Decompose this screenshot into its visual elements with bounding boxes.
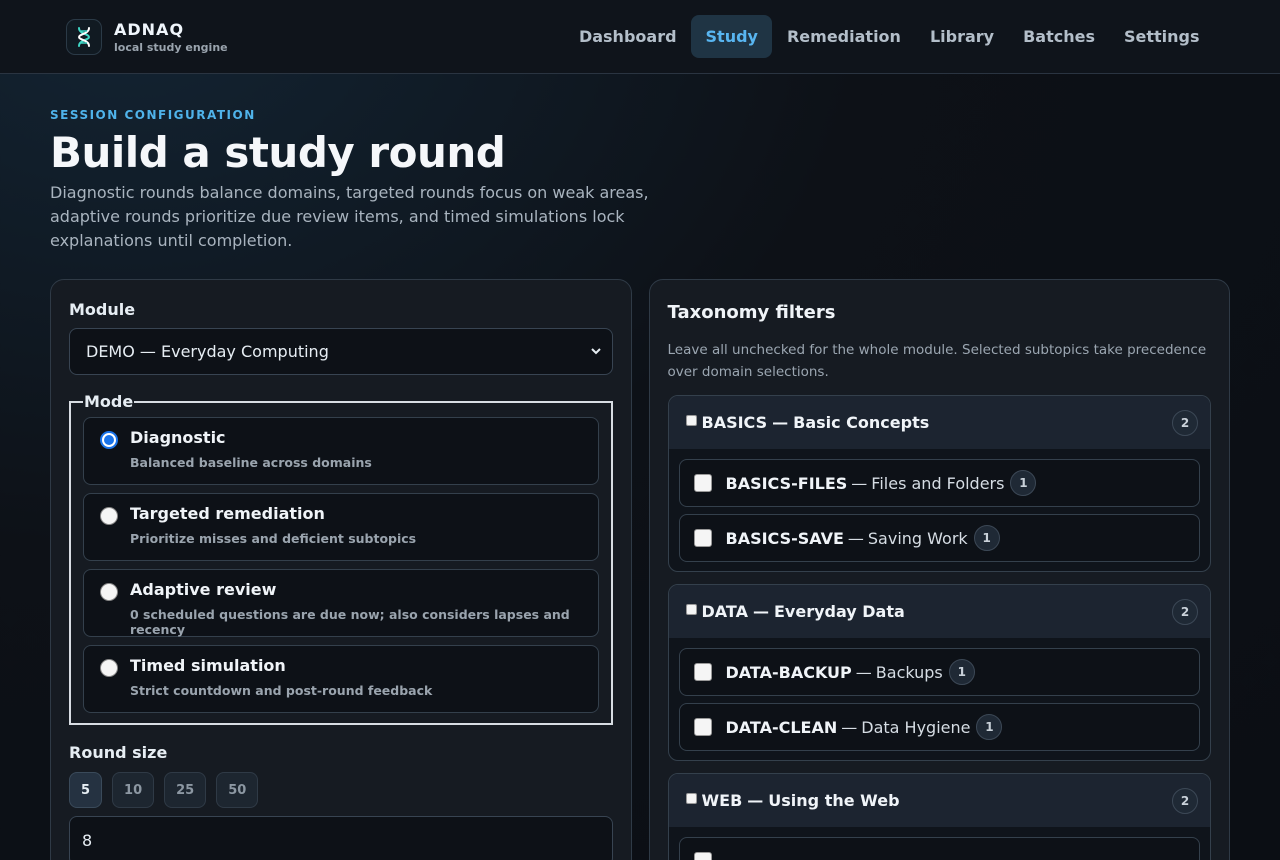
domain-name: Using the Web <box>768 791 900 810</box>
subtopic-row[interactable] <box>678 837 1200 860</box>
page-description: Diagnostic rounds balance domains, targe… <box>50 183 649 250</box>
mode-subtitle: 0 scheduled questions are due now; also … <box>130 607 570 637</box>
content-columns: Module DEMO — Everyday Computing Mode Di… <box>0 253 1280 860</box>
nav-library[interactable]: Library <box>915 15 1008 58</box>
round-size-presets: 5 10 25 50 <box>69 772 613 808</box>
subtopic-separator: — <box>847 528 864 548</box>
subtopic-name: Files and Folders <box>871 473 1005 493</box>
domain-group-data: DATA — Everyday Data 2 DATA-BACKUP — Bac… <box>667 584 1211 761</box>
subtopic-checkbox[interactable] <box>693 852 712 860</box>
subtopic-count-badge: 1 <box>948 659 975 685</box>
nav-remediation[interactable]: Remediation <box>772 15 915 58</box>
round-size-5-button[interactable]: 5 <box>69 772 103 808</box>
domain-code: WEB <box>701 791 743 810</box>
domain-separator: — <box>772 413 789 432</box>
round-size-50-button[interactable]: 50 <box>216 772 259 808</box>
subtopic-checkbox[interactable] <box>693 474 712 492</box>
subtopic-checkbox[interactable] <box>693 529 712 547</box>
domain-checkbox[interactable] <box>685 415 697 426</box>
mode-option-diagnostic[interactable]: Diagnostic Balanced baseline across doma… <box>83 417 599 485</box>
subtopic-checkbox[interactable] <box>693 718 712 736</box>
taxonomy-description: Leave all unchecked for the whole module… <box>667 342 1207 380</box>
domain-count-badge: 2 <box>1172 787 1198 814</box>
domain-header[interactable]: BASICS — Basic Concepts 2 <box>668 396 1210 449</box>
brand[interactable]: ADNAQ local study engine <box>66 18 228 55</box>
mode-title: Timed simulation <box>130 656 286 675</box>
module-label: Module <box>69 300 136 319</box>
round-size-25-button[interactable]: 25 <box>164 772 207 808</box>
mode-option-timed[interactable]: Timed simulation Strict countdown and po… <box>83 645 599 713</box>
domain-code: DATA <box>701 602 748 621</box>
main-nav: Dashboard Study Remediation Library Batc… <box>564 15 1214 58</box>
domain-code: BASICS <box>701 413 768 432</box>
domain-count-badge: 2 <box>1172 598 1198 625</box>
domain-group-web: WEB — Using the Web 2 <box>667 773 1211 860</box>
domain-checkbox[interactable] <box>685 604 697 615</box>
subtopic-code: BASICS-FILES <box>725 473 848 493</box>
brand-subtitle: local study engine <box>114 40 228 54</box>
page-title: Build a study round <box>50 128 506 177</box>
subtopic-count-badge: 1 <box>976 714 1003 740</box>
nav-study[interactable]: Study <box>691 15 773 58</box>
subtopic-code: DATA-BACKUP <box>725 662 852 682</box>
subtopic-checkbox[interactable] <box>693 663 712 681</box>
mode-subtitle: Balanced baseline across domains <box>130 455 372 470</box>
mode-title: Targeted remediation <box>130 504 325 523</box>
mode-subtitle: Prioritize misses and deficient subtopic… <box>130 531 417 546</box>
subtopic-row[interactable]: DATA-CLEAN — Data Hygiene 1 <box>678 703 1200 751</box>
round-size-input[interactable]: 8 <box>69 816 613 860</box>
subtopic-count-badge: 1 <box>1010 470 1037 496</box>
taxonomy-title: Taxonomy filters <box>667 302 836 323</box>
domain-checkbox[interactable] <box>685 793 697 804</box>
mode-legend: Mode <box>84 392 134 411</box>
round-size-label: Round size <box>69 743 168 762</box>
top-bar: ADNAQ local study engine Dashboard Study… <box>0 0 1280 74</box>
mode-option-adaptive[interactable]: Adaptive review 0 scheduled questions ar… <box>83 569 599 637</box>
module-select[interactable]: DEMO — Everyday Computing <box>69 328 613 375</box>
mode-fieldset: Mode Diagnostic Balanced baseline across… <box>69 392 613 725</box>
brand-name: ADNAQ <box>114 19 185 39</box>
config-panel: Module DEMO — Everyday Computing Mode Di… <box>50 279 632 860</box>
domain-count-badge: 2 <box>1172 409 1198 436</box>
radio-adaptive[interactable] <box>100 583 118 601</box>
mode-subtitle: Strict countdown and post-round feedback <box>130 683 433 698</box>
domain-header[interactable]: WEB — Using the Web 2 <box>668 774 1210 827</box>
radio-diagnostic[interactable] <box>100 431 118 449</box>
page-header: SESSION CONFIGURATION Build a study roun… <box>0 74 1280 253</box>
subtopic-row[interactable]: BASICS-FILES — Files and Folders 1 <box>678 459 1200 507</box>
subtopic-code: BASICS-SAVE <box>725 528 844 548</box>
subtopic-separator: — <box>851 473 868 493</box>
subtopic-name: Backups <box>875 662 943 682</box>
mode-title: Adaptive review <box>130 580 277 599</box>
eyebrow: SESSION CONFIGURATION <box>50 108 256 122</box>
nav-batches[interactable]: Batches <box>1009 15 1110 58</box>
taxonomy-panel: Taxonomy filters Leave all unchecked for… <box>648 279 1230 860</box>
nav-settings[interactable]: Settings <box>1109 15 1214 58</box>
domain-name: Basic Concepts <box>793 413 930 432</box>
mode-option-targeted[interactable]: Targeted remediation Prioritize misses a… <box>83 493 599 561</box>
subtopic-row[interactable]: DATA-BACKUP — Backups 1 <box>678 648 1200 696</box>
domain-name: Everyday Data <box>773 602 905 621</box>
domain-separator: — <box>747 791 764 810</box>
domain-header[interactable]: DATA — Everyday Data 2 <box>668 585 1210 638</box>
module-select-value: DEMO — Everyday Computing <box>86 342 329 361</box>
radio-targeted[interactable] <box>100 507 118 525</box>
subtopic-separator: — <box>855 662 872 682</box>
dna-icon <box>66 18 102 55</box>
subtopic-name: Data Hygiene <box>861 717 971 737</box>
subtopic-code: DATA-CLEAN <box>725 717 838 737</box>
radio-timed[interactable] <box>100 659 118 677</box>
domain-group-basics: BASICS — Basic Concepts 2 BASICS-FILES —… <box>667 395 1211 572</box>
subtopic-separator: — <box>841 717 858 737</box>
mode-title: Diagnostic <box>130 428 226 447</box>
subtopic-row[interactable]: BASICS-SAVE — Saving Work 1 <box>678 514 1200 562</box>
subtopic-name: Saving Work <box>867 528 968 548</box>
nav-dashboard[interactable]: Dashboard <box>564 15 691 58</box>
round-size-10-button[interactable]: 10 <box>112 772 155 808</box>
subtopic-count-badge: 1 <box>973 525 1000 551</box>
domain-separator: — <box>752 602 769 621</box>
chevron-down-icon <box>590 342 602 361</box>
